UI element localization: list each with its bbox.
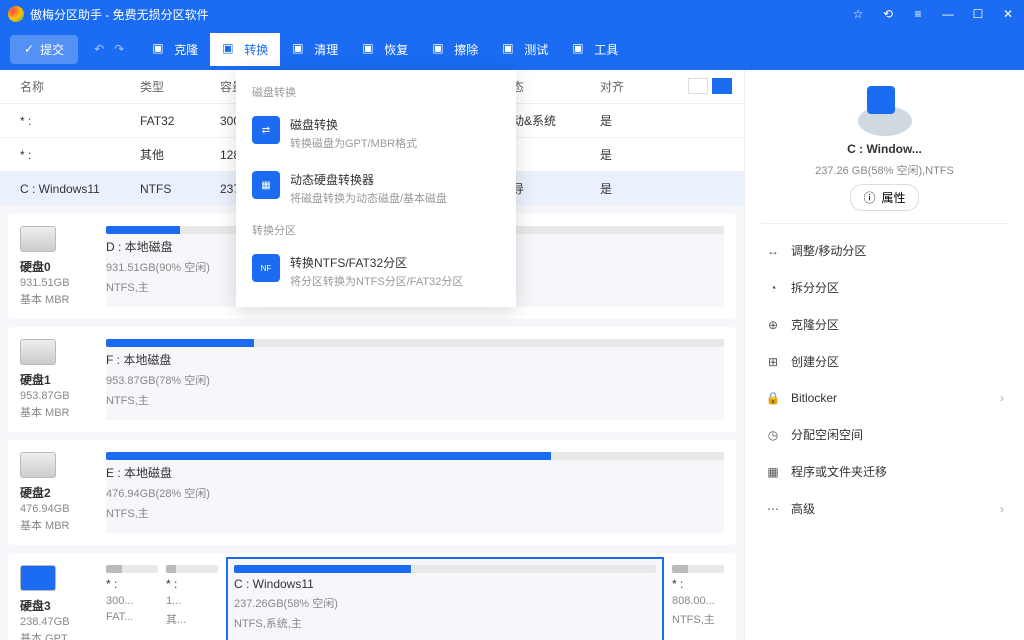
maximize-icon[interactable]: ☐ <box>970 6 986 22</box>
disk-icon <box>20 339 56 365</box>
titlebar: 傲梅分区助手 - 免费无损分区软件 ☆ ⟲ ≡ — ☐ ✕ <box>0 0 1024 28</box>
properties-button[interactable]: ⓘ 属性 <box>850 184 918 211</box>
partition-icon <box>855 86 915 136</box>
sidebar-item[interactable]: ⊕克隆分区 <box>761 306 1008 343</box>
chevron-right-icon: › <box>1000 391 1004 405</box>
partition[interactable]: C : Windows11237.26GB(58% 空闲)NTFS,系统,主 <box>226 557 664 640</box>
tool-icon: ▣ <box>362 41 378 57</box>
convert-ntfs-item[interactable]: NF 转换NTFS/FAT32分区 将分区转换为NTFS分区/FAT32分区 <box>236 244 516 299</box>
disk-card[interactable]: 硬盘2476.94GB基本 MBRE : 本地磁盘476.94GB(28% 空闲… <box>8 440 736 545</box>
sidebar-title: C : Window... <box>847 142 922 156</box>
sidebar-item[interactable]: ◷分配空闲空间 <box>761 416 1008 453</box>
tool-转换[interactable]: ▣转换 <box>210 33 280 66</box>
action-icon: ↔ <box>765 243 781 259</box>
tool-克隆[interactable]: ▣克隆 <box>140 33 210 66</box>
star-icon[interactable]: ☆ <box>850 6 866 22</box>
redo-icon[interactable]: ↷ <box>114 42 124 56</box>
minimize-icon[interactable]: — <box>940 6 956 22</box>
sidebar: C : Window... 237.26 GB(58% 空闲),NTFS ⓘ 属… <box>744 70 1024 640</box>
undo-icon[interactable]: ↶ <box>94 42 104 56</box>
tool-icon: ▣ <box>572 41 588 57</box>
dropdown-section-disk: 磁盘转换 <box>236 78 516 106</box>
commit-button[interactable]: ✓ 提交 <box>10 35 78 64</box>
disk-card[interactable]: 硬盘1953.87GB基本 MBRF : 本地磁盘953.87GB(78% 空闲… <box>8 327 736 432</box>
app-logo-icon <box>8 6 24 22</box>
action-icon: ⊞ <box>765 354 781 370</box>
menu-icon[interactable]: ≡ <box>910 6 926 22</box>
chevron-right-icon: › <box>1000 502 1004 516</box>
check-icon: ✓ <box>24 42 34 56</box>
disk-icon <box>20 452 56 478</box>
action-icon: ⋯ <box>765 501 781 517</box>
view-grid-icon[interactable] <box>712 78 732 94</box>
disk-icon <box>20 565 56 591</box>
tool-擦除[interactable]: ▣擦除 <box>420 33 490 66</box>
refresh-icon[interactable]: ⟲ <box>880 6 896 22</box>
tool-清理[interactable]: ▣清理 <box>280 33 350 66</box>
action-icon: ⊕ <box>765 317 781 333</box>
sidebar-item[interactable]: ⋯高级› <box>761 490 1008 527</box>
partition[interactable]: * :300...FAT... <box>106 565 158 640</box>
tool-工具[interactable]: ▣工具 <box>560 33 630 66</box>
dynamic-disk-item[interactable]: ▦ 动态硬盘转换器 将磁盘转换为动态磁盘/基本磁盘 <box>236 161 516 216</box>
sidebar-item[interactable]: ◔拆分分区 <box>761 269 1008 306</box>
partition[interactable]: F : 本地磁盘953.87GB(78% 空闲)NTFS,主 <box>106 339 724 420</box>
partition[interactable]: E : 本地磁盘476.94GB(28% 空闲)NTFS,主 <box>106 452 724 533</box>
tool-icon: ▣ <box>292 41 308 57</box>
toolbar: ✓ 提交 ↶ ↷ ▣克隆▣转换▣清理▣恢复▣擦除▣测试▣工具 <box>0 28 1024 70</box>
convert-disk-item[interactable]: ⇄ 磁盘转换 转换磁盘为GPT/MBR格式 <box>236 106 516 161</box>
tool-恢复[interactable]: ▣恢复 <box>350 33 420 66</box>
tool-icon: ▣ <box>222 41 238 57</box>
convert-dropdown: 磁盘转换 ⇄ 磁盘转换 转换磁盘为GPT/MBR格式 ▦ 动态硬盘转换器 将磁盘… <box>236 70 516 307</box>
tool-icon: ▣ <box>152 41 168 57</box>
dynamic-disk-icon: ▦ <box>252 171 280 199</box>
close-icon[interactable]: ✕ <box>1000 6 1016 22</box>
action-icon: ▦ <box>765 464 781 480</box>
tool-icon: ▣ <box>432 41 448 57</box>
tool-测试[interactable]: ▣测试 <box>490 33 560 66</box>
disk-icon <box>20 226 56 252</box>
ntfs-fat-icon: NF <box>252 254 280 282</box>
action-icon: 🔒 <box>765 390 781 406</box>
sidebar-item[interactable]: 🔒Bitlocker› <box>761 380 1008 416</box>
disk-card[interactable]: 硬盘3238.47GB基本 GPT* :300...FAT...* :1...其… <box>8 553 736 640</box>
action-icon: ◷ <box>765 427 781 443</box>
convert-disk-icon: ⇄ <box>252 116 280 144</box>
partition[interactable]: * :808.00...NTFS,主 <box>672 565 724 640</box>
window-title: 傲梅分区助手 - 免费无损分区软件 <box>30 6 850 23</box>
sidebar-item[interactable]: ⊞创建分区 <box>761 343 1008 380</box>
dropdown-section-partition: 转换分区 <box>236 216 516 244</box>
action-icon: ◔ <box>765 280 781 296</box>
partition[interactable]: * :1...其... <box>166 565 218 640</box>
sidebar-item[interactable]: ▦程序或文件夹迁移 <box>761 453 1008 490</box>
tool-icon: ▣ <box>502 41 518 57</box>
view-list-icon[interactable] <box>688 78 708 94</box>
sidebar-item[interactable]: ↔调整/移动分区 <box>761 232 1008 269</box>
sidebar-subtitle: 237.26 GB(58% 空闲),NTFS <box>815 162 954 178</box>
info-icon: ⓘ <box>863 189 875 206</box>
